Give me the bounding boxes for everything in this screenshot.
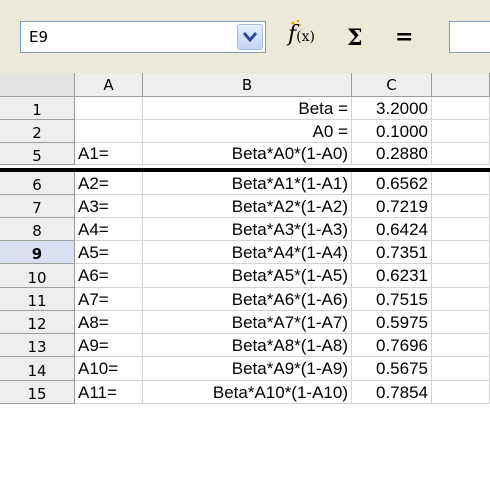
cell-b13[interactable]: Beta*A8*(1-A8) [143,334,352,357]
cell-b2[interactable]: A0 = [143,120,352,143]
row-header-6[interactable]: 6 [0,172,75,195]
cell-c7[interactable]: 0.7219 [352,195,432,218]
cell-c1[interactable]: 3.2000 [352,97,432,120]
cell-a13[interactable]: A9= [75,334,143,357]
cell-d14[interactable] [432,357,490,381]
cell-a2[interactable] [75,120,143,143]
cell-a11[interactable]: A7= [75,288,143,311]
formula-input[interactable] [449,21,490,53]
cell-d15[interactable] [432,381,490,404]
cell-a9[interactable]: A5= [75,241,143,264]
cell-b9[interactable]: Beta*A4*(1-A4) [143,241,352,264]
cell-d13[interactable] [432,334,490,357]
name-box-value: E9 [29,28,49,46]
row-header-8[interactable]: 8 [0,218,75,241]
sum-icon[interactable]: Σ [347,25,369,55]
row-header-1[interactable]: 1 [0,97,75,120]
cell-a12[interactable]: A8= [75,311,143,334]
row-header-13[interactable]: 13 [0,334,75,357]
cell-b5[interactable]: Beta*A0*(1-A0) [143,143,352,165]
chevron-down-icon [243,32,257,43]
name-box[interactable]: E9 [20,21,266,53]
row-header-7[interactable]: 7 [0,195,75,218]
cell-d5[interactable] [432,143,490,165]
cell-d2[interactable] [432,120,490,143]
formula-bar: E9 f(x) Σ = [0,0,490,74]
cell-c2[interactable]: 0.1000 [352,120,432,143]
cell-d6[interactable] [432,172,490,195]
select-all-corner[interactable] [0,73,75,97]
cell-b7[interactable]: Beta*A2*(1-A2) [143,195,352,218]
column-header-b[interactable]: B [143,73,352,97]
row-header-5[interactable]: 5 [0,143,75,165]
spreadsheet-grid: A B C 1 Beta = 3.2000 2 A0 = 0.1000 5 A1= Beta*A0*(… [0,73,490,497]
row-header-9[interactable]: 9 [0,241,75,264]
cell-d7[interactable] [432,195,490,218]
cell-a15[interactable]: A11= [75,381,143,404]
cell-a5[interactable]: A1= [75,143,143,165]
cell-c8[interactable]: 0.6424 [352,218,432,241]
cell-a10[interactable]: A6= [75,264,143,288]
cell-b14[interactable]: Beta*A9*(1-A9) [143,357,352,381]
cell-b1[interactable]: Beta = [143,97,352,120]
cell-a14[interactable]: A10= [75,357,143,381]
cell-c6[interactable]: 0.6562 [352,172,432,195]
function-wizard-icon[interactable]: f(x) [288,19,328,52]
row-header-2[interactable]: 2 [0,120,75,143]
cell-d8[interactable] [432,218,490,241]
cell-c11[interactable]: 0.7515 [352,288,432,311]
equals-icon[interactable]: = [395,24,417,54]
cell-b11[interactable]: Beta*A6*(1-A6) [143,288,352,311]
cell-b6[interactable]: Beta*A1*(1-A1) [143,172,352,195]
cell-b12[interactable]: Beta*A7*(1-A7) [143,311,352,334]
column-header-a[interactable]: A [75,73,143,97]
cell-c12[interactable]: 0.5975 [352,311,432,334]
cell-d12[interactable] [432,311,490,334]
column-header-c[interactable]: C [352,73,432,97]
sparkle-icon [291,19,301,26]
row-header-15[interactable]: 15 [0,381,75,404]
column-header-next[interactable] [432,73,490,97]
cell-a1[interactable] [75,97,143,120]
cell-a6[interactable]: A2= [75,172,143,195]
cell-a7[interactable]: A3= [75,195,143,218]
cell-c15[interactable]: 0.7854 [352,381,432,404]
row-header-10[interactable]: 10 [0,264,75,288]
cell-c5[interactable]: 0.2880 [352,143,432,165]
cell-b8[interactable]: Beta*A3*(1-A3) [143,218,352,241]
cell-d10[interactable] [432,264,490,288]
cell-d1[interactable] [432,97,490,120]
row-header-12[interactable]: 12 [0,311,75,334]
cell-c10[interactable]: 0.6231 [352,264,432,288]
row-header-14[interactable]: 14 [0,357,75,381]
cell-d9[interactable] [432,241,490,264]
cell-c13[interactable]: 0.7696 [352,334,432,357]
cell-b15[interactable]: Beta*A10*(1-A10) [143,381,352,404]
cell-c9[interactable]: 0.7351 [352,241,432,264]
cell-a8[interactable]: A4= [75,218,143,241]
cell-b10[interactable]: Beta*A5*(1-A5) [143,264,352,288]
cell-c14[interactable]: 0.5675 [352,357,432,381]
cell-d11[interactable] [432,288,490,311]
row-header-11[interactable]: 11 [0,288,75,311]
name-box-dropdown-button[interactable] [237,24,263,50]
